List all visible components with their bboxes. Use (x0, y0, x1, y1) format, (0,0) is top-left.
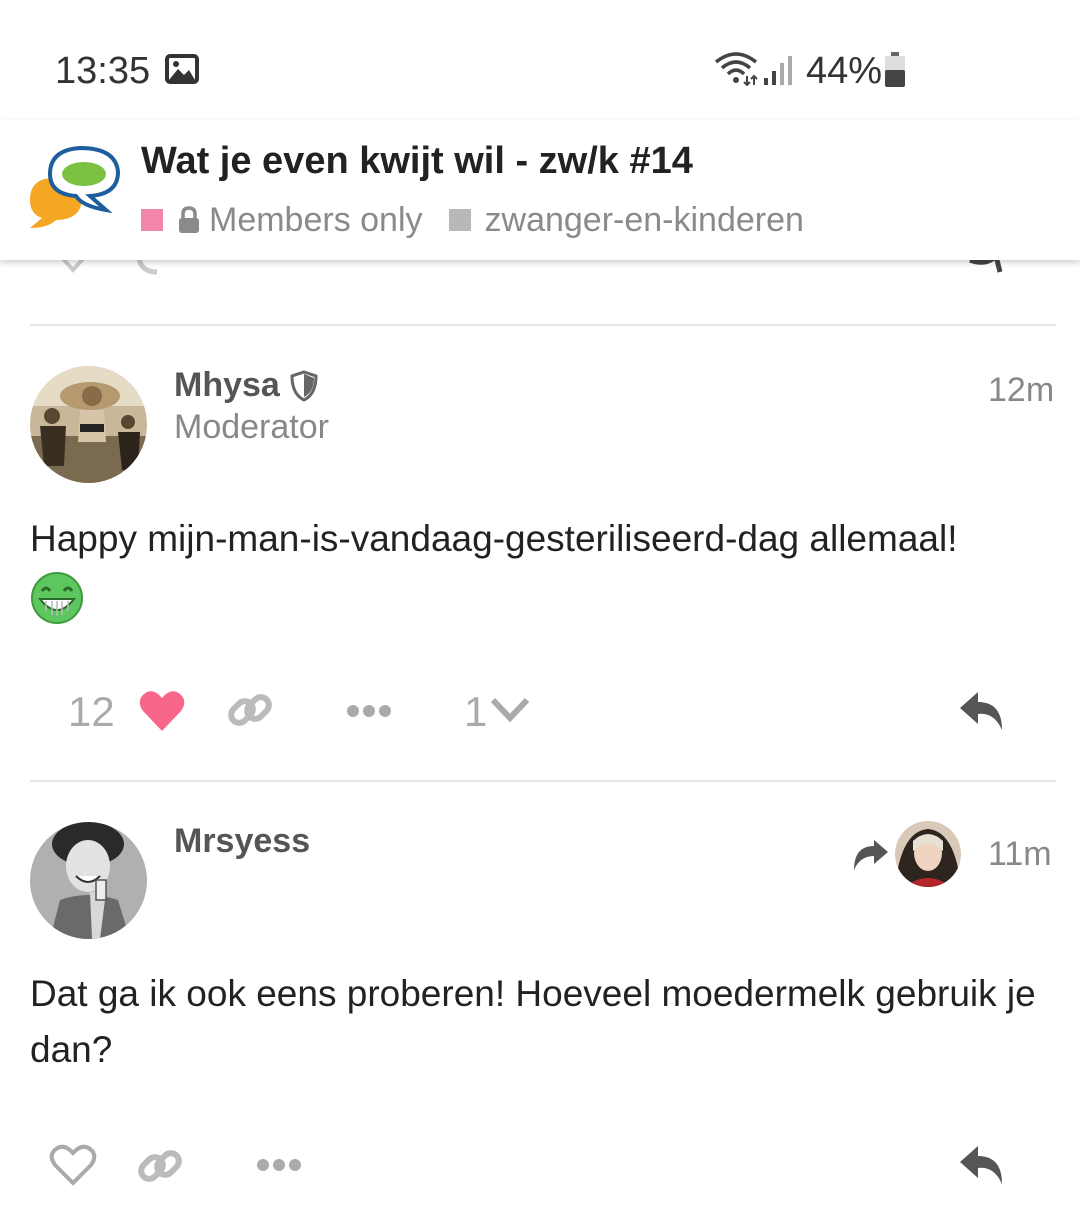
topic-categories: Members only zwanger-en-kinderen (141, 200, 804, 240)
topic-title[interactable]: Wat je even kwijt wil - zw/k #14 (141, 140, 693, 183)
image-notification-icon (165, 54, 199, 84)
grinning-emoji-icon (31, 572, 83, 624)
lock-icon (179, 206, 199, 233)
link-icon[interactable] (226, 686, 274, 734)
post-body: Happy mijn-man-is-vandaag-gesteriliseerd… (30, 511, 1060, 641)
wifi-icon (714, 52, 758, 86)
more-options-icon[interactable] (256, 1157, 302, 1173)
heart-icon[interactable] (49, 1143, 97, 1187)
site-logo[interactable] (24, 144, 124, 230)
status-bar: 13:35 44% (0, 0, 1080, 120)
reply-to-arrow-icon[interactable] (852, 838, 890, 872)
battery-icon (885, 52, 905, 87)
status-time: 13:35 (55, 50, 151, 92)
topic-header: Wat je even kwijt wil - zw/k #14 Members… (0, 120, 1080, 260)
avatar[interactable] (30, 822, 147, 939)
reply-icon[interactable] (958, 1144, 1006, 1186)
username[interactable]: Mhysa (174, 366, 318, 405)
user-title: Moderator (174, 408, 329, 446)
username-text[interactable]: Mhysa (174, 366, 280, 405)
link-icon[interactable] (136, 1142, 184, 1190)
username[interactable]: Mrsyess (174, 822, 310, 861)
reply-icon[interactable] (958, 690, 1006, 732)
category-color-swatch (141, 209, 163, 231)
signal-icon (764, 56, 792, 85)
post-body: Dat ga ik ook eens proberen! Hoeveel moe… (30, 966, 1060, 1078)
reply-count[interactable]: 1 (464, 688, 487, 736)
avatar[interactable] (30, 366, 147, 483)
more-options-icon[interactable] (346, 703, 392, 719)
post-text: Happy mijn-man-is-vandaag-gesteriliseerd… (30, 518, 958, 559)
moderator-shield-icon (290, 369, 318, 402)
tag-color-swatch (448, 209, 471, 231)
post-divider (30, 324, 1056, 326)
post-divider (30, 780, 1056, 782)
like-count[interactable]: 12 (68, 688, 115, 736)
category-label[interactable]: Members only (209, 201, 423, 240)
tag-label[interactable]: zwanger-en-kinderen (485, 201, 804, 240)
post-text: Dat ga ik ook eens proberen! Hoeveel moe… (30, 973, 1036, 1070)
reply-to-avatar[interactable] (895, 821, 961, 887)
heart-icon[interactable] (138, 689, 186, 733)
post-date[interactable]: 11m (988, 835, 1052, 874)
chevron-down-icon[interactable] (490, 696, 530, 724)
battery-percentage: 44% (806, 50, 883, 92)
post-date[interactable]: 12m (988, 371, 1054, 410)
